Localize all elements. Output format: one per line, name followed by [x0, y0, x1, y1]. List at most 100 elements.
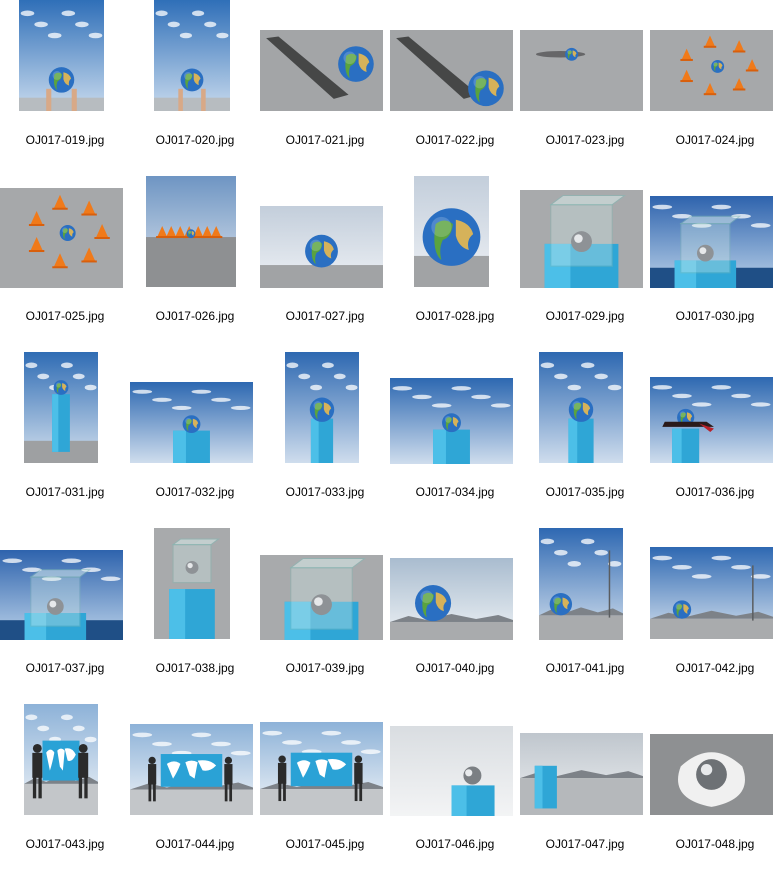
file-item[interactable]: OJ017-038.jpg: [130, 528, 260, 698]
file-item[interactable]: OJ017-041.jpg: [520, 528, 650, 698]
file-item[interactable]: OJ017-045.jpg: [260, 704, 390, 874]
file-thumbnail[interactable]: [0, 550, 123, 640]
file-name-label[interactable]: OJ017-024.jpg: [650, 133, 773, 148]
file-name-label[interactable]: OJ017-044.jpg: [130, 837, 260, 852]
file-thumbnail[interactable]: [414, 176, 489, 287]
file-item[interactable]: OJ017-034.jpg: [390, 352, 520, 522]
file-thumbnail[interactable]: [539, 352, 623, 463]
file-item[interactable]: OJ017-025.jpg: [0, 176, 130, 346]
file-item[interactable]: OJ017-047.jpg: [520, 704, 650, 874]
file-name-label[interactable]: OJ017-032.jpg: [130, 485, 260, 500]
file-name-label[interactable]: OJ017-022.jpg: [390, 133, 520, 148]
file-item[interactable]: OJ017-044.jpg: [130, 704, 260, 874]
file-item[interactable]: OJ017-036.jpg: [650, 352, 773, 522]
file-item[interactable]: OJ017-023.jpg: [520, 0, 650, 170]
file-thumbnail[interactable]: [650, 734, 773, 815]
file-thumbnail[interactable]: [260, 555, 383, 640]
file-thumbnail[interactable]: [650, 377, 773, 463]
file-name-label[interactable]: OJ017-020.jpg: [130, 133, 260, 148]
file-name-label[interactable]: OJ017-037.jpg: [0, 661, 130, 676]
pedestal-landscape-icon: [520, 733, 643, 815]
file-thumbnail[interactable]: [260, 30, 383, 111]
file-thumbnail[interactable]: [650, 30, 773, 111]
file-thumbnail[interactable]: [650, 196, 773, 288]
thumbnail-area: [520, 0, 650, 118]
file-item[interactable]: OJ017-039.jpg: [260, 528, 390, 698]
file-item[interactable]: OJ017-028.jpg: [390, 176, 520, 346]
file-name-label[interactable]: OJ017-046.jpg: [390, 837, 520, 852]
file-item[interactable]: OJ017-026.jpg: [130, 176, 260, 346]
file-name-label[interactable]: OJ017-039.jpg: [260, 661, 390, 676]
file-thumbnail[interactable]: [260, 206, 383, 288]
file-item[interactable]: OJ017-024.jpg: [650, 0, 773, 170]
file-name-label[interactable]: OJ017-038.jpg: [130, 661, 260, 676]
file-thumbnail[interactable]: [19, 0, 104, 111]
thumbnail-area: [130, 176, 260, 294]
file-thumbnail[interactable]: [520, 733, 643, 815]
file-item[interactable]: OJ017-021.jpg: [260, 0, 390, 170]
thumbnail-area: [650, 352, 773, 470]
file-thumbnail[interactable]: [154, 0, 230, 111]
file-item[interactable]: OJ017-027.jpg: [260, 176, 390, 346]
file-name-label[interactable]: OJ017-048.jpg: [650, 837, 773, 852]
file-item[interactable]: OJ017-042.jpg: [650, 528, 773, 698]
file-thumbnail[interactable]: [24, 352, 98, 463]
file-thumbnail[interactable]: [390, 558, 513, 640]
file-item[interactable]: OJ017-019.jpg: [0, 0, 130, 170]
file-thumbnail[interactable]: [390, 378, 513, 464]
thumbnail-area: [0, 352, 130, 470]
file-item[interactable]: OJ017-029.jpg: [520, 176, 650, 346]
file-thumbnail[interactable]: [146, 176, 236, 287]
file-item[interactable]: OJ017-048.jpg: [650, 704, 773, 874]
file-name-label[interactable]: OJ017-023.jpg: [520, 133, 650, 148]
file-item[interactable]: OJ017-022.jpg: [390, 0, 520, 170]
file-name-label[interactable]: OJ017-034.jpg: [390, 485, 520, 500]
file-thumbnail[interactable]: [539, 528, 623, 640]
file-name-label[interactable]: OJ017-028.jpg: [390, 309, 520, 324]
file-item[interactable]: OJ017-032.jpg: [130, 352, 260, 522]
file-item[interactable]: OJ017-035.jpg: [520, 352, 650, 522]
file-thumbnail[interactable]: [520, 30, 643, 111]
file-name-label[interactable]: OJ017-043.jpg: [0, 837, 130, 852]
file-name-label[interactable]: OJ017-027.jpg: [260, 309, 390, 324]
file-name-label[interactable]: OJ017-019.jpg: [0, 133, 130, 148]
file-name-label[interactable]: OJ017-040.jpg: [390, 661, 520, 676]
thumbnail-area: [650, 528, 773, 646]
file-thumbnail[interactable]: [154, 528, 230, 639]
file-name-label[interactable]: OJ017-021.jpg: [260, 133, 390, 148]
file-item[interactable]: OJ017-020.jpg: [130, 0, 260, 170]
file-item[interactable]: OJ017-033.jpg: [260, 352, 390, 522]
file-name-label[interactable]: OJ017-025.jpg: [0, 309, 130, 324]
file-thumbnail[interactable]: [130, 724, 253, 815]
file-item[interactable]: OJ017-030.jpg: [650, 176, 773, 346]
file-item[interactable]: OJ017-046.jpg: [390, 704, 520, 874]
file-thumbnail[interactable]: [390, 726, 513, 816]
file-name-label[interactable]: OJ017-041.jpg: [520, 661, 650, 676]
file-thumbnail[interactable]: [285, 352, 359, 463]
file-thumbnail[interactable]: [520, 190, 643, 288]
file-item[interactable]: OJ017-040.jpg: [390, 528, 520, 698]
file-item[interactable]: OJ017-037.jpg: [0, 528, 130, 698]
file-name-label[interactable]: OJ017-026.jpg: [130, 309, 260, 324]
file-thumbnail[interactable]: [24, 704, 98, 815]
file-thumbnail[interactable]: [130, 382, 253, 463]
globe-sky-hands-icon: [19, 0, 104, 111]
file-name-label[interactable]: OJ017-031.jpg: [0, 485, 130, 500]
file-thumbnail[interactable]: [390, 30, 513, 111]
file-name-label[interactable]: OJ017-029.jpg: [520, 309, 650, 324]
thumbnail-area: [650, 176, 773, 294]
file-name-label[interactable]: OJ017-042.jpg: [650, 661, 773, 676]
file-thumbnail[interactable]: [260, 722, 383, 815]
glass-case-sky-icon: [0, 550, 123, 640]
file-thumbnail[interactable]: [650, 547, 773, 639]
file-thumbnail[interactable]: [0, 188, 123, 288]
file-item[interactable]: OJ017-043.jpg: [0, 704, 130, 874]
thumbnail-area: [0, 704, 130, 822]
file-item[interactable]: OJ017-031.jpg: [0, 352, 130, 522]
file-name-label[interactable]: OJ017-033.jpg: [260, 485, 390, 500]
file-name-label[interactable]: OJ017-036.jpg: [650, 485, 773, 500]
file-name-label[interactable]: OJ017-045.jpg: [260, 837, 390, 852]
file-name-label[interactable]: OJ017-047.jpg: [520, 837, 650, 852]
file-name-label[interactable]: OJ017-030.jpg: [650, 309, 773, 324]
file-name-label[interactable]: OJ017-035.jpg: [520, 485, 650, 500]
